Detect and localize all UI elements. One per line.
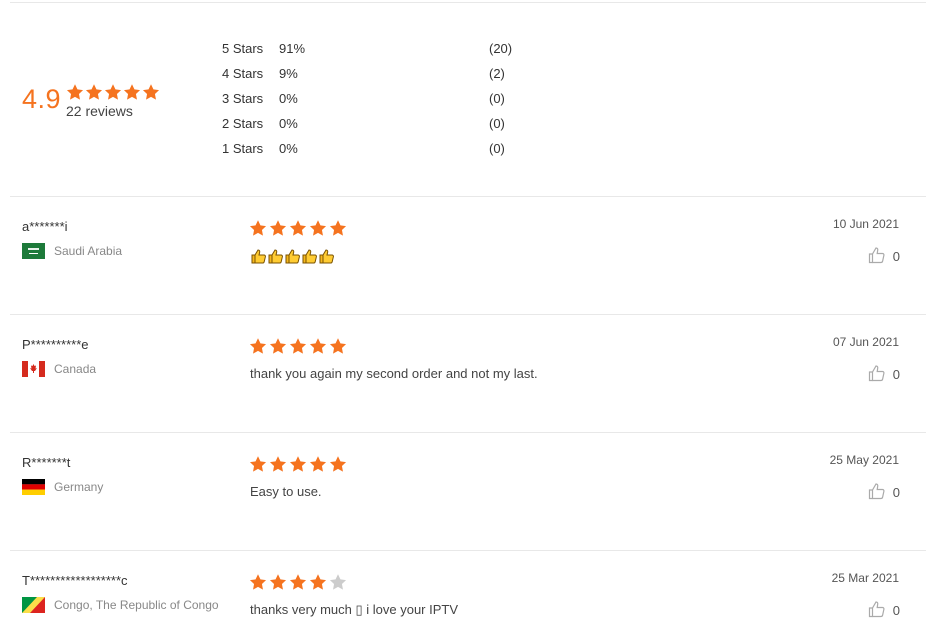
thumbs-up-icon [868, 600, 886, 621]
reviewer-name: P**********e [22, 337, 89, 352]
review-text: Easy to use. [250, 484, 322, 499]
reviewer-country: Canada [22, 361, 96, 377]
reviewer-name: R*******t [22, 455, 71, 470]
saudi-arabia-flag-icon [22, 243, 45, 259]
thumbs-up-emoji-icon [318, 248, 335, 264]
star-filled-icon [123, 84, 141, 100]
country-name: Congo, The Republic of Congo [54, 598, 219, 612]
review-item: R*******t Germany Easy to use. 25 May 20… [0, 433, 926, 551]
thumbs-up-emoji-icon [250, 248, 267, 264]
country-name: Germany [54, 480, 104, 494]
star-filled-icon [309, 338, 327, 354]
distribution-count: (0) [489, 116, 505, 131]
reviewer-name: T******************c [22, 573, 128, 588]
like-count: 0 [892, 249, 900, 264]
like-button[interactable]: 0 [868, 246, 900, 267]
star-filled-icon [104, 84, 122, 100]
review-date: 25 Mar 2021 [831, 571, 899, 585]
star-filled-icon [249, 220, 267, 236]
star-filled-icon [142, 84, 160, 100]
star-filled-icon [269, 456, 287, 472]
reviewer-country: Saudi Arabia [22, 243, 122, 259]
country-name: Canada [54, 362, 97, 376]
distribution-label: 5 Stars [222, 41, 264, 56]
star-filled-icon [249, 338, 267, 354]
average-rating: 4.9 [22, 84, 62, 114]
reviewer-name: a*******i [22, 219, 68, 234]
star-filled-icon [289, 456, 307, 472]
like-count: 0 [892, 485, 900, 500]
review-text [250, 248, 335, 264]
distribution-percent: 0% [279, 141, 298, 156]
star-filled-icon [309, 456, 327, 472]
thumbs-up-emoji-icon [284, 248, 301, 264]
country-name: Saudi Arabia [54, 244, 123, 258]
review-stars [249, 455, 347, 473]
distribution-label: 4 Stars [222, 66, 264, 81]
star-filled-icon [329, 338, 347, 354]
distribution-label: 2 Stars [222, 116, 264, 131]
review-count: 22 reviews [66, 103, 133, 119]
like-count: 0 [892, 603, 900, 618]
distribution-count: (0) [489, 91, 505, 106]
reviewer-country: Germany [22, 479, 103, 495]
distribution-label: 3 Stars [222, 91, 264, 106]
rating-summary: 4.9 22 reviews 5 Stars 91% (20) 4 Stars … [0, 0, 926, 197]
distribution-percent: 0% [279, 91, 298, 106]
star-empty-icon [329, 574, 347, 590]
review-stars [249, 219, 347, 237]
like-count: 0 [892, 367, 900, 382]
star-filled-icon [269, 220, 287, 236]
like-button[interactable]: 0 [868, 482, 900, 503]
star-filled-icon [309, 220, 327, 236]
like-button[interactable]: 0 [868, 600, 900, 621]
review-date: 07 Jun 2021 [832, 335, 899, 349]
review-date: 10 Jun 2021 [832, 217, 899, 231]
thumbs-up-icon [868, 364, 886, 385]
distribution-count: (20) [489, 41, 513, 56]
star-filled-icon [85, 84, 103, 100]
distribution-percent: 91% [279, 41, 306, 56]
star-filled-icon [289, 220, 307, 236]
star-filled-icon [269, 574, 287, 590]
distribution-count: (2) [489, 66, 505, 81]
thumbs-up-emoji-row [250, 248, 335, 264]
review-item: a*******i Saudi Arabia 10 Jun 2021 0 [0, 197, 926, 315]
distribution-count: (0) [489, 141, 505, 156]
review-date: 25 May 2021 [829, 453, 899, 467]
star-filled-icon [66, 84, 84, 100]
distribution-percent: 9% [279, 66, 298, 81]
review-item: P**********e Canada thank you again my s… [0, 315, 926, 433]
star-filled-icon [289, 574, 307, 590]
like-button[interactable]: 0 [868, 364, 900, 385]
review-stars [249, 337, 347, 355]
canada-flag-icon [22, 361, 45, 377]
review-text: thank you again my second order and not … [250, 366, 538, 381]
thumbs-up-icon [868, 246, 886, 267]
star-filled-icon [289, 338, 307, 354]
reviewer-country: Congo, The Republic of Congo [22, 597, 219, 613]
thumbs-up-emoji-icon [267, 248, 284, 264]
review-text: thanks very much ▯ i love your IPTV [250, 602, 459, 617]
star-filled-icon [249, 456, 267, 472]
congo-flag-icon [22, 597, 45, 613]
review-item: T******************c Congo, The Republic… [0, 551, 926, 635]
average-stars [66, 83, 160, 101]
germany-flag-icon [22, 479, 45, 495]
star-filled-icon [249, 574, 267, 590]
distribution-label: 1 Stars [222, 141, 264, 156]
review-stars [249, 573, 347, 591]
thumbs-up-emoji-icon [301, 248, 318, 264]
star-filled-icon [269, 338, 287, 354]
star-filled-icon [329, 220, 347, 236]
star-filled-icon [329, 456, 347, 472]
distribution-percent: 0% [279, 116, 298, 131]
thumbs-up-icon [868, 482, 886, 503]
star-filled-icon [309, 574, 327, 590]
